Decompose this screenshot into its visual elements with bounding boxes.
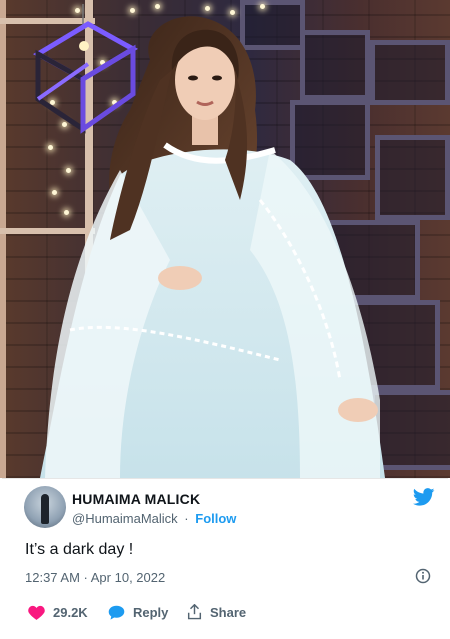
tweet-timestamp[interactable]: 12:37 AM · Apr 10, 2022 <box>25 570 165 585</box>
share-icon <box>187 604 202 620</box>
reply-button[interactable]: Reply <box>108 603 168 621</box>
speech-bubble-icon <box>108 605 125 620</box>
avatar[interactable] <box>24 486 66 528</box>
author-name[interactable]: HUMAIMA MALICK <box>72 491 200 507</box>
info-icon[interactable] <box>415 568 431 584</box>
separator-dot: · <box>184 511 189 526</box>
tweet-photo[interactable] <box>0 0 450 478</box>
handle-row: @HumaimaMalick · Follow <box>72 511 236 526</box>
tweet-text: It’s a dark day ! <box>25 541 134 558</box>
share-button[interactable]: Share <box>187 603 246 621</box>
woman-in-white-dress <box>40 16 385 478</box>
avatar-figure <box>41 494 49 524</box>
heart-icon <box>28 605 45 620</box>
reply-label: Reply <box>133 604 169 620</box>
twitter-bird-icon[interactable] <box>413 488 435 506</box>
follow-button[interactable]: Follow <box>195 511 236 526</box>
like-button[interactable]: 29.2K <box>28 603 88 621</box>
author-handle[interactable]: @HumaimaMalick <box>72 511 178 526</box>
share-label: Share <box>210 604 247 620</box>
like-count: 29.2K <box>53 604 88 620</box>
